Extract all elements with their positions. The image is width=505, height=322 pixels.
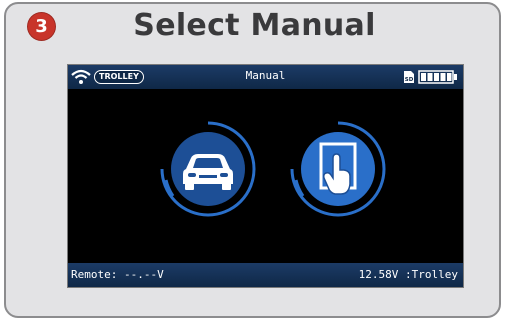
bottom-status-bar: Remote: --.--V 12.58V :Trolley [68, 263, 463, 287]
trolley-voltage-readout: 12.58V :Trolley [358, 268, 458, 281]
status-bar: TROLLEY Manual SD [68, 65, 463, 89]
sd-card-label: SD [405, 77, 414, 83]
instruction-card: 3 Select Manual TROLLEY Manual SD Remote… [4, 2, 501, 318]
manual-mode-button[interactable] [283, 114, 393, 224]
auto-mode-button[interactable] [153, 114, 263, 224]
step-title: Select Manual [133, 8, 376, 43]
device-screen: TROLLEY Manual SD Remote: --.--V 12.58V … [67, 64, 464, 288]
battery-full-icon [418, 70, 457, 84]
remote-voltage-readout: Remote: --.--V [71, 268, 164, 281]
sd-card-icon: SD [404, 71, 414, 83]
